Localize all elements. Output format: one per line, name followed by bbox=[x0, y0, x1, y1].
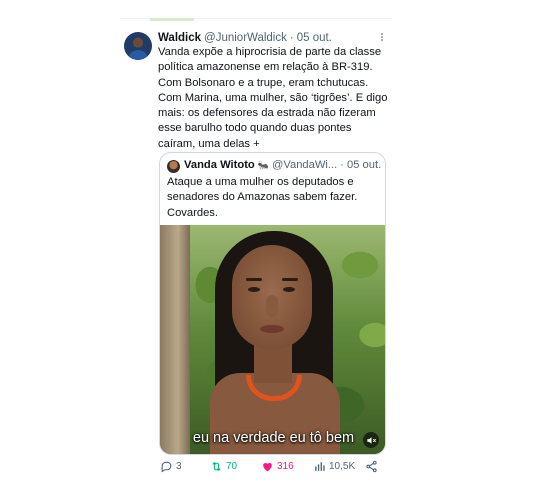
video-person-face bbox=[232, 245, 312, 349]
views-button[interactable]: 10,5K bbox=[313, 458, 355, 474]
reply-button[interactable]: 3 bbox=[160, 458, 182, 474]
share-button[interactable] bbox=[365, 458, 381, 474]
tweet-text-line: caíram, uma delas + bbox=[158, 137, 260, 150]
quoted-author-handle[interactable]: @VandaWi... bbox=[272, 159, 337, 171]
video-person-eye bbox=[283, 287, 295, 292]
tweet-text-line: Vanda expõe a hiprocrisia de parte da cl… bbox=[158, 46, 382, 58]
tweet-text-line: esse barulho todo quando duas pontes bbox=[158, 122, 352, 135]
share-icon bbox=[366, 460, 377, 472]
quoted-text: Ataque a uma mulher os deputados e senad… bbox=[167, 175, 381, 221]
quoted-tweet[interactable]: Vanda Witoto 🐜 @VandaWi... · 05 out. Ata… bbox=[159, 152, 386, 455]
avatar[interactable] bbox=[124, 32, 152, 60]
tweet[interactable]: Waldick @JuniorWaldick · 05 out. Vanda e… bbox=[121, 22, 393, 484]
views-chart-icon bbox=[315, 461, 325, 471]
quoted-text-line: Ataque a uma mulher os deputados e bbox=[167, 176, 354, 188]
more-options-icon[interactable] bbox=[377, 32, 387, 42]
tweet-text-line: mais: os defensores da estrada não fizer… bbox=[158, 107, 376, 120]
previous-tweet-edge bbox=[150, 18, 194, 21]
author-name[interactable]: Waldick bbox=[158, 32, 201, 44]
quoted-header: Vanda Witoto 🐜 @VandaWi... · 05 out. bbox=[184, 159, 384, 171]
video-person-mouth bbox=[260, 325, 284, 333]
author-handle[interactable]: @JuniorWaldick bbox=[204, 32, 287, 44]
video-person-brow bbox=[246, 278, 262, 281]
tweet-actions: 3 70 316 10,5K bbox=[158, 458, 378, 474]
quoted-date[interactable]: 05 out. bbox=[347, 159, 381, 171]
ant-emoji-icon: 🐜 bbox=[257, 159, 269, 170]
video-person-nose bbox=[266, 295, 278, 317]
tweet-text-line: Com Bolsonaro e a trupe, eram tchutucas. bbox=[158, 76, 369, 89]
video-caption: eu na verdade eu tô bem bbox=[192, 430, 355, 446]
quoted-text-line: Covardes. bbox=[167, 206, 218, 219]
separator-dot: · bbox=[340, 159, 344, 171]
tweet-header: Waldick @JuniorWaldick · 05 out. bbox=[158, 30, 390, 46]
views-count: 10,5K bbox=[329, 460, 356, 472]
heart-icon bbox=[263, 462, 272, 471]
reply-icon bbox=[161, 461, 172, 472]
retweet-count: 70 bbox=[226, 460, 238, 472]
like-count: 316 bbox=[277, 460, 294, 472]
quoted-author-name[interactable]: Vanda Witoto bbox=[184, 159, 255, 171]
tweet-text-line: Com Marina, uma mulher, são ‘tigrões’. E… bbox=[158, 91, 388, 104]
video-person-brow bbox=[282, 278, 298, 281]
video-person-eye bbox=[248, 287, 260, 292]
reply-count: 3 bbox=[176, 460, 182, 472]
like-button[interactable]: 316 bbox=[261, 458, 294, 474]
quoted-text-line: senadores do Amazonas sabem fazer. bbox=[167, 191, 358, 204]
speaker-muted-icon[interactable] bbox=[363, 432, 379, 448]
retweet-icon bbox=[212, 461, 221, 471]
video-background-wall bbox=[160, 225, 190, 454]
separator-dot: · bbox=[289, 32, 294, 44]
tweet-date[interactable]: 05 out. bbox=[297, 32, 332, 44]
video-player[interactable]: eu na verdade eu tô bem bbox=[160, 225, 385, 454]
retweet-button[interactable]: 70 bbox=[210, 458, 237, 474]
quoted-avatar[interactable] bbox=[167, 160, 180, 173]
tweet-text-line: política amazonense em relação à BR-319. bbox=[158, 61, 373, 74]
tweet-text: Vanda expõe a hiprocrisia de parte da cl… bbox=[158, 45, 390, 152]
